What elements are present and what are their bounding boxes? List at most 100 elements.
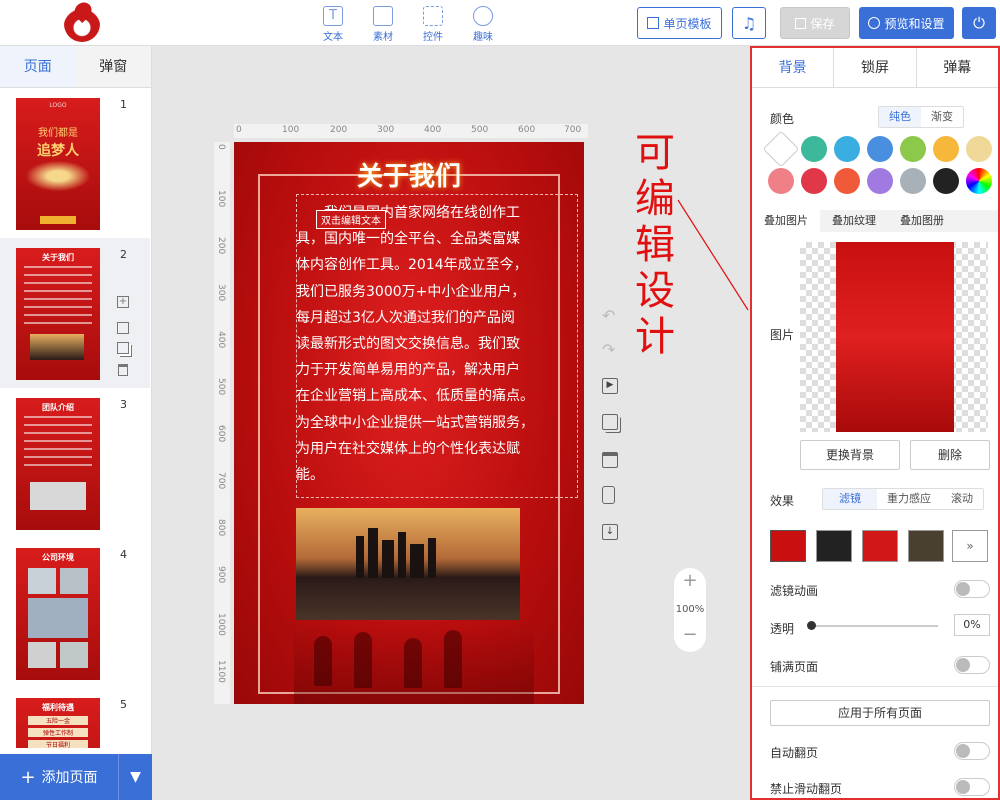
page-title[interactable]: 关于我们 xyxy=(234,156,584,193)
redo-icon[interactable]: ↷ xyxy=(602,340,615,359)
power-button[interactable]: ⏻ xyxy=(962,7,996,39)
color-swatch[interactable] xyxy=(801,168,827,194)
phone-icon[interactable] xyxy=(602,486,615,504)
color-swatch[interactable] xyxy=(900,136,926,162)
ruler-tick: 200 xyxy=(330,125,348,135)
filter-option-selected[interactable] xyxy=(770,530,806,562)
tab-gravity[interactable]: 重力感应 xyxy=(877,489,941,509)
color-swatch[interactable] xyxy=(834,136,860,162)
opacity-input[interactable]: 0% xyxy=(954,614,990,636)
color-swatch[interactable] xyxy=(933,168,959,194)
add-page-dropdown[interactable]: ▼ xyxy=(118,754,152,800)
page-thumb-row[interactable]: 团队介绍 3 xyxy=(0,388,150,538)
grid-icon[interactable] xyxy=(602,452,618,468)
opacity-slider-track[interactable] xyxy=(810,625,938,627)
ruler-tick: 100 xyxy=(282,125,300,135)
zoom-control: + 100% − xyxy=(674,568,706,652)
more-filters-button[interactable]: » xyxy=(952,530,988,562)
color-swatch[interactable] xyxy=(834,168,860,194)
page-thumbnail[interactable]: 公司环境 xyxy=(16,548,100,680)
text-tool-button[interactable]: T 文本 xyxy=(313,6,353,43)
background-settings-panel: 背景 锁屏 弹幕 颜色 纯色 渐变 叠加图片 叠加纹理 叠加图册 图片 更换背景… xyxy=(750,46,1000,800)
page-thumbnail[interactable]: 关于我们 xyxy=(16,248,100,380)
overlay-tabs: 叠加图片 叠加纹理 叠加图册 xyxy=(752,210,998,232)
apply-all-pages-button[interactable]: 应用于所有页面 xyxy=(770,700,990,726)
page-thumb-row[interactable]: 福利待遇 五险一金 弹性工作制 节日福利 5 xyxy=(0,688,150,748)
fill-page-toggle[interactable] xyxy=(954,656,990,674)
fun-tool-button[interactable]: 趣味 xyxy=(463,6,503,43)
page-thumb-row[interactable]: LOGO 我们都是 追梦人 1 xyxy=(0,88,150,238)
page-thumbnail[interactable]: 福利待遇 五险一金 弹性工作制 节日福利 xyxy=(16,698,100,748)
page-number: 2 xyxy=(120,248,127,261)
disable-swipe-toggle[interactable] xyxy=(954,778,990,796)
delete-background-button[interactable]: 删除 xyxy=(910,440,990,470)
template-label: 单页模板 xyxy=(663,16,712,31)
tab-scroll[interactable]: 滚动 xyxy=(941,489,983,509)
text-selection-box[interactable] xyxy=(296,194,578,498)
layers-icon[interactable] xyxy=(602,414,618,430)
widget-tool-button[interactable]: 控件 xyxy=(413,6,453,43)
color-swatch[interactable] xyxy=(801,136,827,162)
download-icon[interactable]: ↓ xyxy=(602,524,618,540)
zoom-out-icon[interactable]: − xyxy=(674,624,706,645)
replace-background-button[interactable]: 更换背景 xyxy=(800,440,900,470)
tab-overlay-image[interactable]: 叠加图片 xyxy=(752,210,820,232)
page-thumb-row-selected[interactable]: 关于我们 2 + xyxy=(0,238,150,388)
search-icon xyxy=(868,17,881,29)
play-icon[interactable]: ▶ xyxy=(602,378,618,394)
tab-danmaku[interactable]: 弹幕 xyxy=(915,48,998,87)
background-image-preview[interactable] xyxy=(800,242,988,432)
gradient-option[interactable]: 渐变 xyxy=(921,107,963,127)
color-swatch[interactable] xyxy=(867,136,893,162)
page-thumbnail[interactable]: LOGO 我们都是 追梦人 xyxy=(16,98,100,230)
trash-icon[interactable] xyxy=(118,364,128,376)
filter-option[interactable] xyxy=(862,530,898,562)
brand-logo xyxy=(64,6,100,42)
page-number: 1 xyxy=(120,98,127,111)
tab-popups[interactable]: 弹窗 xyxy=(75,46,151,87)
filter-option[interactable] xyxy=(816,530,852,562)
tab-lockscreen[interactable]: 锁屏 xyxy=(833,48,915,87)
color-swatch[interactable] xyxy=(966,168,992,194)
page-thumb-row[interactable]: 公司环境 4 xyxy=(0,538,150,688)
copy-icon[interactable] xyxy=(117,342,129,354)
disable-swipe-label: 禁止滑动翻页 xyxy=(770,782,843,796)
color-swatch[interactable] xyxy=(966,136,992,162)
tab-pages[interactable]: 页面 xyxy=(0,46,76,87)
single-page-template-button[interactable]: 单页模板 xyxy=(637,7,722,39)
tab-background[interactable]: 背景 xyxy=(752,48,833,87)
edit-text-tag[interactable]: 双击编辑文本 xyxy=(316,210,386,229)
music-button[interactable]: ♫ xyxy=(732,7,766,39)
tab-overlay-texture[interactable]: 叠加纹理 xyxy=(820,210,888,232)
page-thumbnail[interactable]: 团队介绍 xyxy=(16,398,100,530)
color-swatch[interactable] xyxy=(933,136,959,162)
color-swatch[interactable] xyxy=(762,130,800,168)
solid-color-option[interactable]: 纯色 xyxy=(879,107,921,127)
color-swatch[interactable] xyxy=(768,168,794,194)
chevron-double-right-icon: » xyxy=(966,539,974,553)
thumb-item: 五险一金 xyxy=(28,716,88,725)
opacity-slider-handle[interactable] xyxy=(807,621,816,630)
auto-flip-toggle[interactable] xyxy=(954,742,990,760)
divider xyxy=(752,686,998,687)
city-skyline-image[interactable] xyxy=(296,508,520,620)
add-page-button[interactable]: + 添加页面 xyxy=(0,754,118,800)
auto-flip-label: 自动翻页 xyxy=(770,746,819,760)
color-swatch[interactable] xyxy=(867,168,893,194)
filter-option[interactable] xyxy=(908,530,944,562)
page-number: 3 xyxy=(120,398,127,411)
fill-page-label: 铺满页面 xyxy=(770,660,819,674)
tab-overlay-album[interactable]: 叠加图册 xyxy=(888,210,956,232)
color-label: 颜色 xyxy=(770,112,795,126)
filter-animation-toggle[interactable] xyxy=(954,580,990,598)
color-swatch[interactable] xyxy=(900,168,926,194)
template-icon[interactable] xyxy=(117,322,129,334)
tab-filter[interactable]: 滤镜 xyxy=(823,489,877,509)
add-icon[interactable]: + xyxy=(117,296,129,308)
save-button[interactable]: 保存 xyxy=(780,7,850,39)
undo-icon[interactable]: ↶ xyxy=(602,306,615,325)
zoom-in-icon[interactable]: + xyxy=(674,570,706,591)
material-tool-button[interactable]: 素材 xyxy=(363,6,403,43)
preview-settings-button[interactable]: 预览和设置 xyxy=(859,7,954,39)
widget-icon xyxy=(423,6,443,26)
